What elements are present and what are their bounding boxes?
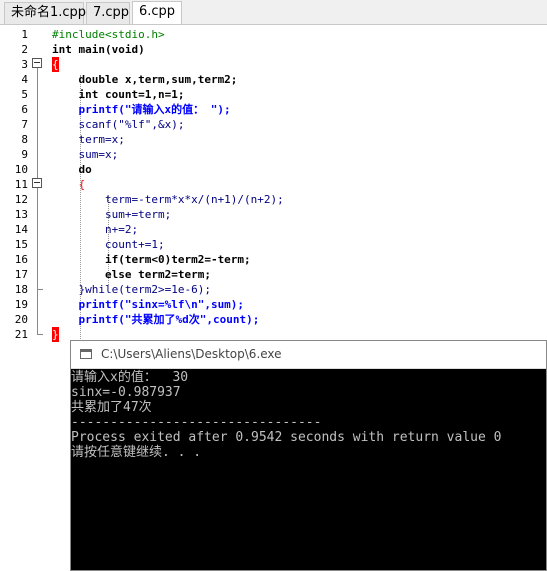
line-number: 21 — [14, 328, 28, 341]
code-line: #include<stdio.h> — [52, 28, 165, 41]
code-line: do — [52, 163, 92, 176]
console-line: Process exited after 0.9542 seconds with… — [71, 430, 502, 445]
code-line: scanf("%lf",&x); — [52, 118, 185, 131]
line-number: 4 — [21, 73, 28, 86]
tab-untitled1[interactable]: 未命名1.cpp — [4, 2, 87, 24]
code-line-brace: { — [52, 57, 59, 72]
line-number: 20 — [14, 313, 28, 326]
line-number: 1 — [21, 28, 28, 41]
code-line: printf("请输入x的值： "); — [52, 103, 231, 116]
tab-7cpp[interactable]: 7.cpp — [86, 2, 130, 24]
code-line: }while(term2>=1e-6); — [52, 283, 211, 296]
code-line: else term2=term; — [52, 268, 211, 281]
line-number: 5 — [21, 88, 28, 101]
console-window[interactable]: C:\Users\Aliens\Desktop\6.exe 请输入x的值： 30… — [70, 340, 547, 571]
line-number: 17 — [14, 268, 28, 281]
code-line: term=-term*x*x/(n+1)/(n+2); — [52, 193, 284, 206]
code-line: n+=2; — [52, 223, 139, 236]
code-line: sum+=term; — [52, 208, 172, 221]
line-number: 12 — [14, 193, 28, 206]
code-line: sum=x; — [52, 148, 119, 161]
code-line: term=x; — [52, 133, 125, 146]
console-app-icon — [80, 349, 92, 359]
code-line: printf("sinx=%lf\n",sum); — [52, 298, 245, 311]
tab-6cpp[interactable]: 6.cpp — [132, 1, 182, 24]
line-number: 3 — [21, 58, 28, 71]
console-line: 请按任意键继续. . . — [71, 445, 202, 460]
code-line: int main(void) — [52, 43, 145, 56]
console-line: 共累加了47次 — [71, 400, 152, 415]
console-line: sinx=-0.987937 — [71, 385, 181, 400]
line-number: 18 — [14, 283, 28, 296]
line-number: 6 — [21, 103, 28, 116]
tab-label: 7.cpp — [93, 5, 130, 20]
code-line: int count=1,n=1; — [52, 88, 185, 101]
line-number: 19 — [14, 298, 28, 311]
code-line-brace: } — [52, 327, 59, 342]
code-line: printf("共累加了%d次",count); — [52, 313, 260, 326]
line-number: 13 — [14, 208, 28, 221]
line-number: 15 — [14, 238, 28, 251]
line-number: 16 — [14, 253, 28, 266]
tab-label: 6.cpp — [139, 4, 176, 19]
line-number: 11 — [14, 178, 28, 191]
line-number: 7 — [21, 118, 28, 131]
line-number: 14 — [14, 223, 28, 236]
console-line: 请输入x的值： 30 — [71, 370, 189, 385]
console-line: -------------------------------- — [71, 415, 322, 430]
code-line: { — [52, 178, 86, 191]
console-title: C:\Users\Aliens\Desktop\6.exe — [101, 347, 282, 361]
code-line: count+=1; — [52, 238, 165, 251]
line-number: 9 — [21, 148, 28, 161]
console-output[interactable]: 请输入x的值： 30 sinx=-0.987937 共累加了47次 ------… — [71, 370, 546, 460]
tab-bar: 未命名1.cpp 7.cpp 6.cpp — [0, 0, 547, 25]
line-number: 2 — [21, 43, 28, 56]
line-number: 10 — [14, 163, 28, 176]
tab-label: 未命名1.cpp — [11, 5, 87, 20]
code-line: if(term<0)term2=-term; — [52, 253, 251, 266]
line-number: 8 — [21, 133, 28, 146]
console-title-bar[interactable]: C:\Users\Aliens\Desktop\6.exe — [71, 341, 546, 369]
code-line: double x,term,sum,term2; — [52, 73, 238, 86]
